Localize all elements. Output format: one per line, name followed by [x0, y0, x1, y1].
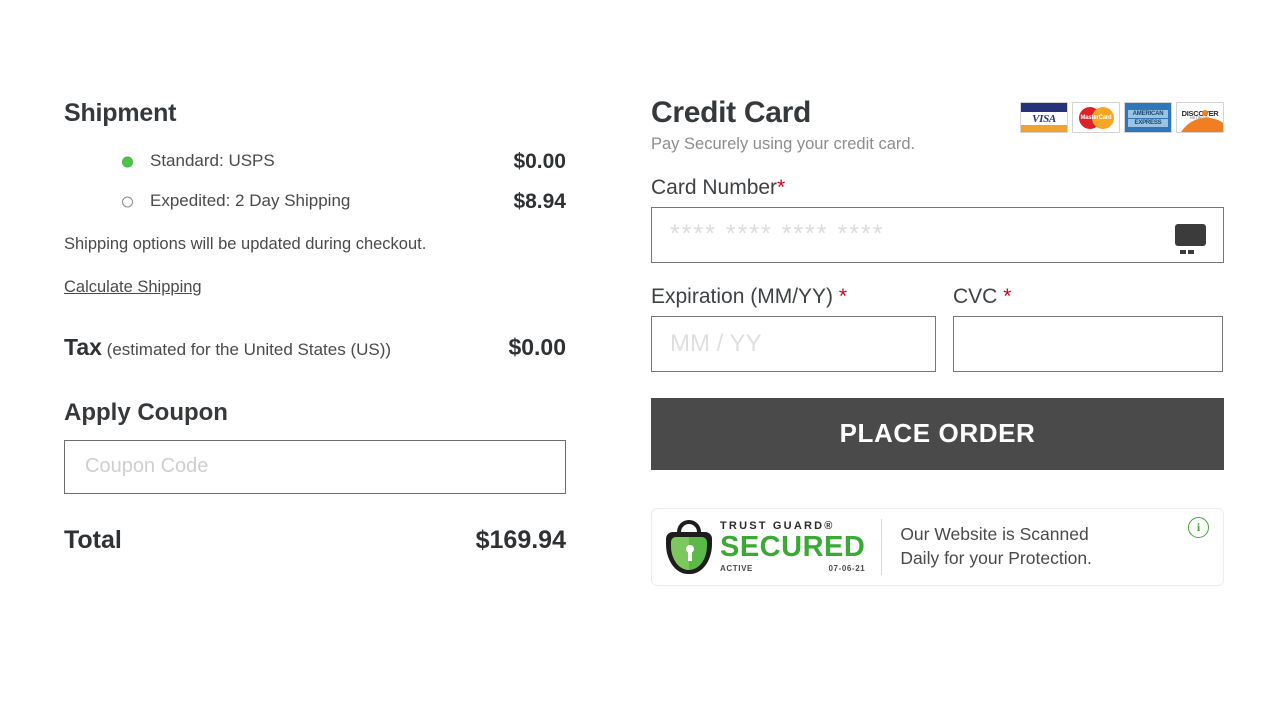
- required-asterisk: *: [777, 175, 786, 199]
- tax-label-group: Tax (estimated for the United States (US…: [64, 331, 391, 364]
- mastercard-label: MasterCard: [1080, 115, 1112, 121]
- trust-guard-active: ACTIVE: [720, 563, 753, 573]
- credit-card-heading: Credit Card: [651, 96, 812, 129]
- tax-qualifier: (estimated for the United States (US)): [106, 339, 392, 359]
- info-icon[interactable]: i: [1188, 516, 1209, 538]
- payment-header: Credit Card Pay Securely using your cred…: [651, 96, 1224, 154]
- shipping-option-expedited[interactable]: Expedited: 2 Day Shipping $8.94: [64, 190, 566, 214]
- radio-unselected-icon[interactable]: [122, 196, 133, 207]
- trust-guard-status: SECURED: [720, 530, 866, 563]
- shipping-option-label: Standard: USPS: [150, 151, 275, 171]
- shipping-option-price: $0.00: [513, 149, 566, 173]
- padlock-shield-icon: [664, 519, 714, 575]
- required-asterisk: *: [1003, 284, 1012, 308]
- expiration-label: Expiration (MM/YY): [651, 284, 834, 308]
- amex-label-line2: EXPRESS: [1128, 119, 1168, 127]
- trust-guard-message-line2: Daily for your Protection.: [900, 547, 1092, 568]
- shipment-heading: Shipment: [64, 99, 177, 127]
- trust-guard-date: 07-06-21: [828, 563, 866, 573]
- place-order-button[interactable]: PLACE ORDER: [651, 397, 1224, 470]
- discover-icon: DISCOVER NETWORK: [1176, 102, 1224, 133]
- visa-label: VISA: [1032, 112, 1056, 125]
- mastercard-icon: MasterCard: [1072, 102, 1120, 133]
- calculate-shipping-link[interactable]: Calculate Shipping: [64, 278, 202, 297]
- order-total-row: Total $169.94: [64, 526, 566, 555]
- cvc-label: CVC: [953, 284, 998, 308]
- card-number-label: Card Number: [651, 175, 778, 199]
- payment-column: Credit Card Pay Securely using your cred…: [651, 96, 1224, 586]
- trust-guard-message-line1: Our Website is Scanned: [900, 524, 1089, 545]
- trust-guard-badge[interactable]: TRUST GUARD® SECURED ACTIVE 07-06-21 Our…: [651, 507, 1224, 586]
- cvc-label-row: CVC *: [953, 285, 1223, 308]
- card-number-label-row: Card Number*: [651, 176, 1224, 199]
- coupon-code-input[interactable]: [64, 439, 566, 494]
- card-number-input[interactable]: [651, 206, 1224, 263]
- total-amount: $169.94: [475, 525, 566, 554]
- accepted-card-brands: VISA MasterCard AMERICAN EXPRESS DISCOVE…: [1020, 102, 1224, 133]
- visa-icon: VISA: [1020, 102, 1068, 133]
- expiry-cvc-labels: Expiration (MM/YY) * CVC *: [651, 263, 1224, 316]
- shipping-option-standard[interactable]: Standard: USPS $0.00: [64, 150, 566, 174]
- checkout-page: Shipment Standard: USPS $0.00 Expedited:…: [0, 0, 1280, 720]
- tax-section: Tax (estimated for the United States (US…: [64, 331, 566, 364]
- tax-label: Tax: [64, 333, 102, 360]
- expiration-input[interactable]: [651, 315, 936, 372]
- total-label: Total: [64, 525, 122, 554]
- credit-card-icon: [1175, 223, 1206, 258]
- cvc-input[interactable]: [953, 315, 1223, 372]
- apply-coupon-heading: Apply Coupon: [64, 399, 228, 427]
- badge-divider: [881, 518, 883, 575]
- amex-icon: AMERICAN EXPRESS: [1124, 102, 1172, 133]
- shipping-note: Shipping options will be updated during …: [64, 234, 427, 253]
- payment-title-group: Credit Card Pay Securely using your cred…: [651, 96, 915, 154]
- trust-guard-text: TRUST GUARD® SECURED ACTIVE 07-06-21: [720, 520, 866, 573]
- order-summary-column: Shipment Standard: USPS $0.00 Expedited:…: [64, 99, 566, 555]
- amex-label-line1: AMERICAN: [1128, 110, 1168, 118]
- radio-selected-icon[interactable]: [122, 156, 133, 167]
- trust-guard-meta: ACTIVE 07-06-21: [720, 564, 865, 573]
- required-asterisk: *: [838, 284, 848, 308]
- expiration-label-row: Expiration (MM/YY) *: [651, 285, 936, 308]
- tax-amount: $0.00: [508, 333, 566, 360]
- shipping-option-price: $8.94: [513, 189, 566, 213]
- trust-guard-logo: TRUST GUARD® SECURED ACTIVE 07-06-21: [664, 519, 865, 575]
- shipping-option-label: Expedited: 2 Day Shipping: [150, 191, 351, 211]
- payment-subtitle: Pay Securely using your credit card.: [651, 134, 916, 153]
- expiry-cvc-inputs: [651, 315, 1224, 372]
- trust-guard-message: Our Website is Scanned Daily for your Pr…: [900, 523, 1188, 570]
- card-number-field: [651, 206, 1224, 263]
